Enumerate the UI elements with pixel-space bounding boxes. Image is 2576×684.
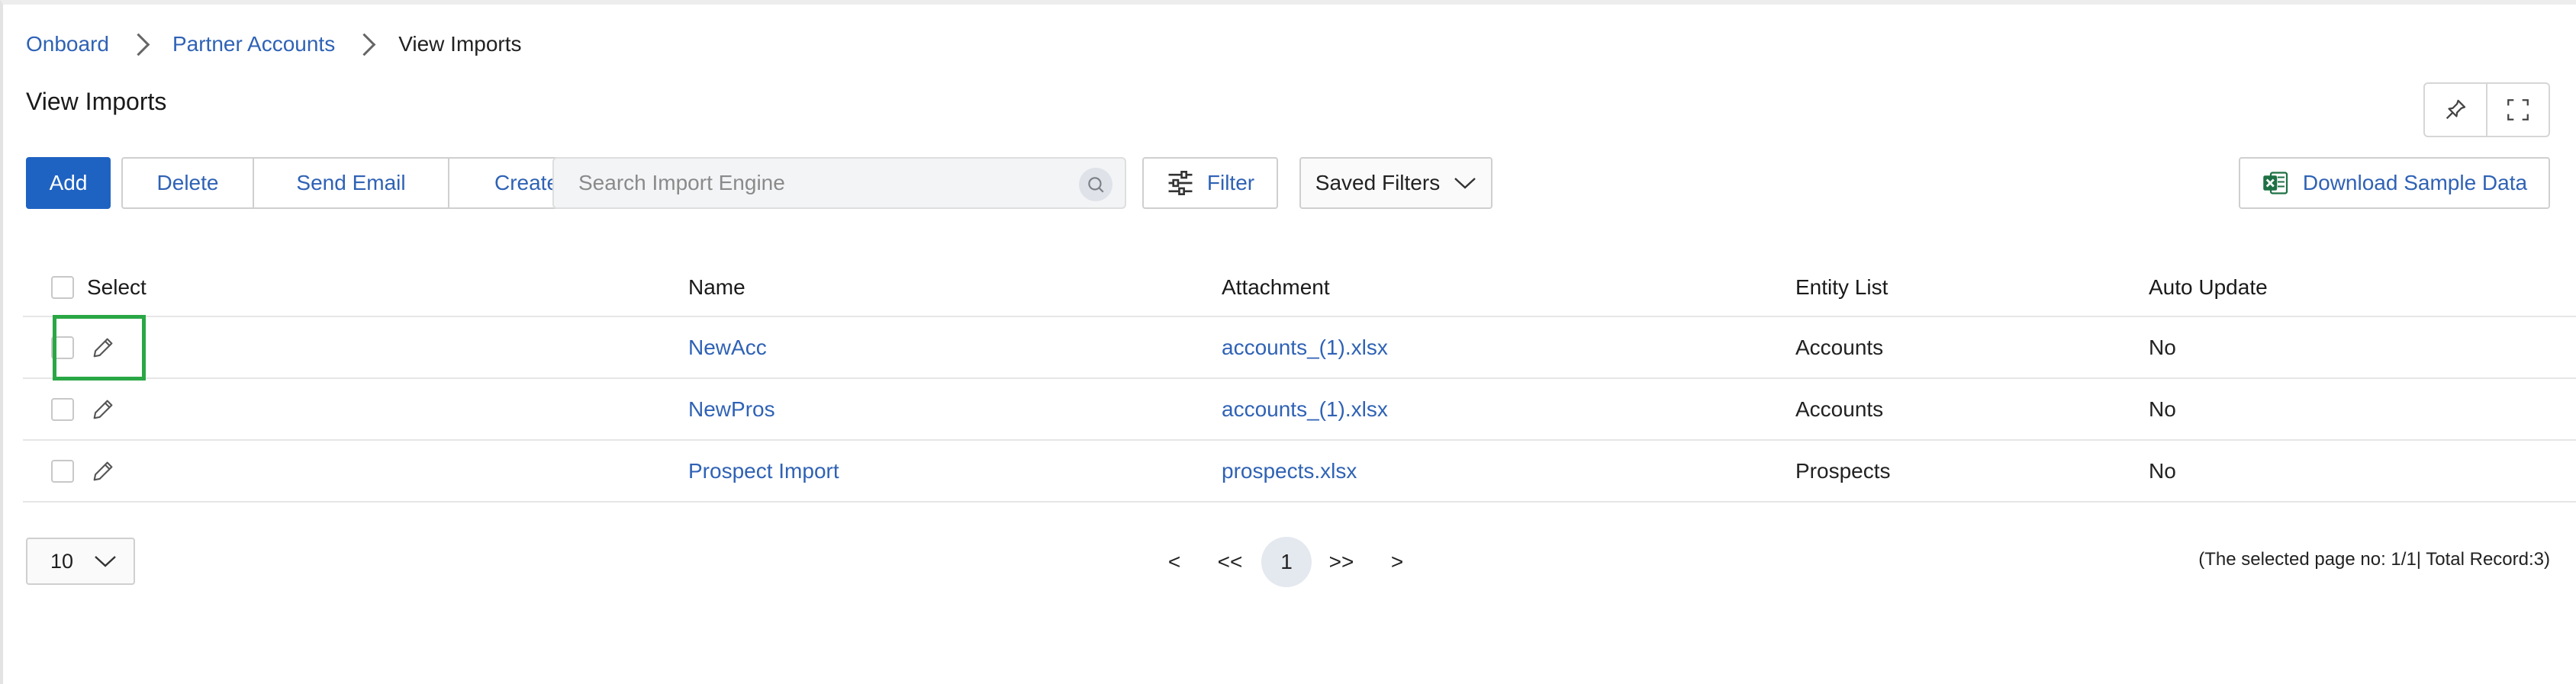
breadcrumb-partner-accounts[interactable]: Partner Accounts [172, 32, 335, 56]
column-header-attachment[interactable]: Attachment [1222, 259, 1330, 316]
table-row: NewPros accounts_(1).xlsx Accounts No [23, 379, 2576, 441]
row-entity: Accounts [1795, 335, 1884, 359]
row-auto-update: No [2149, 458, 2176, 483]
row-attachment-link[interactable]: prospects.xlsx [1222, 441, 1357, 501]
edit-button[interactable] [90, 379, 116, 439]
pencil-icon [93, 400, 113, 419]
row-auto-update: No [2149, 335, 2176, 359]
chevron-right-icon [353, 33, 376, 56]
saved-filters-label: Saved Filters [1315, 171, 1441, 194]
prev-page-button[interactable]: < [1163, 537, 1186, 587]
row-auto-update: No [2149, 397, 2176, 421]
chevron-down-icon [95, 556, 116, 567]
filter-label: Filter [1206, 171, 1255, 194]
table-row: Prospect Import prospects.xlsx Prospects… [23, 441, 2576, 503]
breadcrumb: Onboard Partner Accounts View Imports [26, 29, 522, 59]
pin-button[interactable] [2425, 84, 2486, 136]
pagination-summary: (The selected page no: 1/1| Total Record… [2198, 549, 2550, 570]
column-header-auto-update[interactable]: Auto Update [2149, 259, 2268, 316]
search-input[interactable] [577, 170, 1038, 196]
edit-button[interactable] [90, 441, 116, 501]
highlight-box [53, 315, 146, 381]
sliders-icon [1168, 171, 1193, 195]
select-all-checkbox[interactable] [51, 259, 74, 316]
row-name-link[interactable]: Prospect Import [688, 441, 839, 501]
saved-filters-dropdown[interactable]: Saved Filters [1299, 157, 1492, 209]
table-row: NewAcc accounts_(1).xlsx Accounts No [23, 317, 2576, 379]
row-entity: Prospects [1795, 458, 1891, 483]
next-page-button[interactable]: > [1386, 537, 1409, 587]
filter-button[interactable]: Filter [1142, 157, 1278, 209]
last-page-button[interactable]: >> [1326, 537, 1357, 587]
first-page-button[interactable]: << [1215, 537, 1245, 587]
page-size-select[interactable]: 10 [26, 538, 135, 585]
add-button[interactable]: Add [26, 157, 111, 209]
row-attachment-link[interactable]: accounts_(1).xlsx [1222, 317, 1388, 377]
search-icon [1088, 177, 1104, 193]
row-name-link[interactable]: NewAcc [688, 317, 767, 377]
chevron-right-icon [127, 33, 150, 56]
search-button[interactable] [1079, 168, 1113, 201]
page-1-button[interactable]: 1 [1261, 537, 1312, 587]
row-name-link[interactable]: NewPros [688, 379, 775, 439]
row-checkbox[interactable] [51, 379, 74, 439]
breadcrumb-onboard[interactable]: Onboard [26, 32, 109, 56]
row-entity: Accounts [1795, 397, 1884, 421]
chevron-down-icon [1454, 178, 1476, 189]
send-email-button[interactable]: Send Email [253, 159, 448, 207]
pencil-icon [93, 461, 113, 480]
column-header-entity-list[interactable]: Entity List [1795, 259, 1888, 316]
search-box [552, 157, 1126, 209]
excel-icon [2263, 172, 2288, 194]
download-label: Download Sample Data [2302, 171, 2528, 194]
row-checkbox[interactable] [51, 441, 74, 501]
column-header-select: Select [87, 275, 147, 299]
breadcrumb-current: View Imports [398, 32, 522, 56]
page-title: View Imports [26, 88, 167, 115]
fullscreen-icon [2507, 99, 2529, 120]
pin-icon [2446, 99, 2466, 120]
table-header: Select Name Attachment Entity List Auto … [23, 259, 2576, 317]
download-sample-data-button[interactable]: Download Sample Data [2239, 157, 2550, 209]
view-controls [2423, 82, 2550, 137]
delete-button[interactable]: Delete [123, 159, 253, 207]
column-header-name[interactable]: Name [688, 259, 745, 316]
row-attachment-link[interactable]: accounts_(1).xlsx [1222, 379, 1388, 439]
page-size-value: 10 [50, 549, 74, 573]
fullscreen-button[interactable] [2486, 84, 2549, 136]
